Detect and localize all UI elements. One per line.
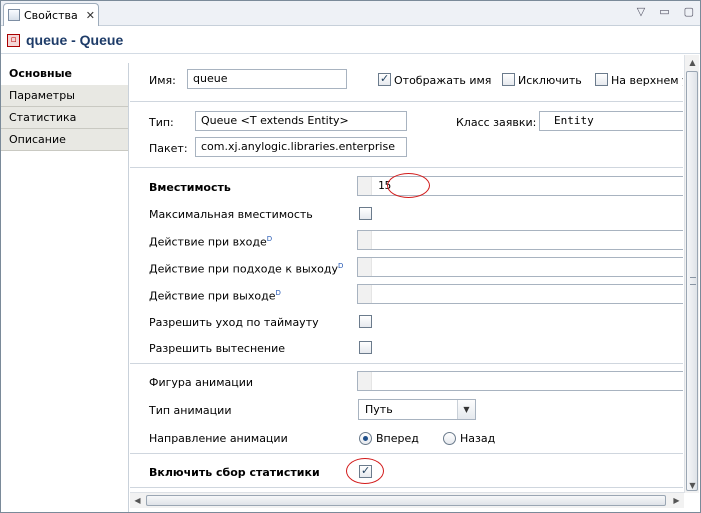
page-title: queue - Queue — [26, 32, 124, 48]
forward-radio[interactable] — [359, 432, 372, 445]
statistics-row: Включить сбор статистики — [130, 458, 683, 485]
scroll-down-icon[interactable]: ▼ — [685, 478, 700, 493]
properties-icon — [8, 9, 20, 21]
animation-type-label: Тип анимации — [149, 404, 232, 417]
forward-label: Вперед — [376, 432, 419, 445]
max-capacity-checkbox[interactable] — [359, 207, 372, 220]
dynamic-marker: D — [275, 289, 281, 297]
package-value: com.xj.anylogic.libraries.enterprise — [195, 137, 407, 157]
preemption-checkbox[interactable] — [359, 341, 372, 354]
type-value: Queue <T extends Entity> — [195, 111, 407, 131]
max-capacity-row: Максимальная вместимость — [130, 203, 683, 227]
scroll-left-icon[interactable]: ◀ — [130, 493, 145, 508]
nav-item-general[interactable]: Основные — [1, 63, 128, 85]
view-menu-icon[interactable]: ▽ — [637, 5, 645, 18]
dynamic-marker: D — [337, 262, 344, 270]
animation-shape-row: Фигура анимации — [130, 371, 683, 395]
properties-title-row: ▫ queue - Queue — [1, 27, 700, 54]
on-enter-label: Действие при входеD — [149, 235, 272, 249]
scroll-up-icon[interactable]: ▲ — [685, 55, 700, 70]
on-top-label: На верхнем у — [611, 74, 683, 87]
on-exit-code-field[interactable] — [357, 284, 683, 304]
animation-shape-field[interactable] — [357, 371, 683, 391]
tab-properties[interactable]: Свойства ✕ — [3, 3, 99, 26]
capacity-input[interactable]: 15 — [357, 176, 683, 196]
divider — [130, 363, 683, 364]
type-label: Тип: — [149, 116, 174, 129]
statistics-label: Включить сбор статистики — [149, 466, 320, 479]
animation-type-row: Тип анимации Путь ▼ — [130, 399, 683, 423]
nav-item-statistics[interactable]: Статистика — [1, 107, 128, 129]
on-at-exit-row: Действие при подходе к выходуD — [130, 257, 683, 281]
statistics-checkbox[interactable] — [359, 464, 372, 478]
capacity-label: Вместимость — [149, 181, 231, 194]
name-row: Имя: queue Отображать имя Исключить На в… — [130, 69, 683, 93]
properties-sections-nav: Основные Параметры Статистика Описание — [1, 63, 129, 512]
tab-properties-label: Свойства — [24, 8, 78, 22]
on-exit-row: Действие при выходеD — [130, 284, 683, 308]
package-label: Пакет: — [149, 142, 188, 155]
dynamic-marker: D — [266, 235, 273, 243]
grip-icon — [690, 277, 696, 285]
horizontal-scrollbar[interactable]: ◀ ▶ — [130, 492, 684, 508]
capacity-row: Вместимость 15 — [130, 173, 683, 200]
agent-class-input[interactable]: Entity — [539, 111, 683, 131]
preemption-row: Разрешить вытеснение — [130, 337, 683, 361]
vertical-scroll-thumb[interactable] — [686, 71, 698, 491]
on-exit-text: Действие при выходе — [149, 289, 276, 303]
divider — [130, 167, 683, 168]
animation-type-select[interactable]: Путь ▼ — [358, 399, 476, 420]
on-enter-text: Действие при входе — [149, 235, 267, 249]
preemption-label: Разрешить вытеснение — [149, 342, 286, 355]
agent-class-label: Класс заявки: — [456, 116, 537, 129]
on-exit-label: Действие при выходеD — [149, 289, 281, 303]
divider — [130, 453, 683, 454]
timeout-checkbox[interactable] — [359, 315, 372, 328]
vertical-scrollbar[interactable]: ▲ ▼ — [684, 55, 699, 493]
maximize-icon[interactable]: ▢ — [684, 5, 694, 18]
chevron-down-icon[interactable]: ▼ — [457, 400, 475, 419]
window-controls: ▽ ▭ ▢ — [637, 5, 694, 18]
properties-content: Имя: queue Отображать имя Исключить На в… — [130, 55, 683, 492]
nav-item-parameters[interactable]: Параметры — [1, 85, 128, 107]
name-input[interactable]: queue — [187, 69, 347, 89]
backward-label: Назад — [460, 432, 496, 445]
show-name-checkbox[interactable] — [378, 72, 391, 86]
backward-radio[interactable] — [443, 432, 456, 445]
on-at-exit-label: Действие при подходе к выходуD — [149, 262, 343, 276]
close-icon[interactable]: ✕ — [86, 9, 95, 22]
animation-type-value: Путь — [365, 403, 393, 416]
animation-direction-label: Направление анимации — [149, 432, 288, 445]
exclude-checkbox[interactable] — [502, 73, 515, 86]
package-row: Пакет: com.xj.anylogic.libraries.enterpr… — [130, 137, 683, 161]
queue-block-icon: ▫ — [7, 33, 20, 47]
scroll-right-icon[interactable]: ▶ — [669, 493, 684, 508]
animation-direction-row: Направление анимации Вперед Назад — [130, 427, 683, 451]
max-capacity-label: Максимальная вместимость — [149, 208, 313, 221]
timeout-row: Разрешить уход по таймауту — [130, 311, 683, 335]
horizontal-scroll-thumb[interactable] — [146, 495, 666, 506]
show-name-label: Отображать имя — [394, 74, 492, 87]
on-enter-row: Действие при входеD — [130, 230, 683, 254]
name-label: Имя: — [149, 74, 176, 87]
properties-window: Свойства ✕ ▽ ▭ ▢ ▫ queue - Queue Основны… — [0, 0, 701, 513]
divider — [130, 487, 683, 488]
on-top-checkbox[interactable] — [595, 73, 608, 86]
exclude-label: Исключить — [518, 74, 582, 87]
on-at-exit-text: Действие при подходе к выходу — [149, 262, 338, 276]
on-at-exit-code-field[interactable] — [357, 257, 683, 277]
timeout-label: Разрешить уход по таймауту — [149, 316, 319, 329]
divider — [130, 101, 683, 102]
minimize-icon[interactable]: ▭ — [659, 5, 669, 18]
animation-shape-label: Фигура анимации — [149, 376, 254, 389]
on-enter-code-field[interactable] — [357, 230, 683, 250]
type-row: Тип: Queue <T extends Entity> Класс заяв… — [130, 111, 683, 135]
nav-item-description[interactable]: Описание — [1, 129, 128, 151]
view-tab-bar: Свойства ✕ ▽ ▭ ▢ — [1, 1, 700, 26]
